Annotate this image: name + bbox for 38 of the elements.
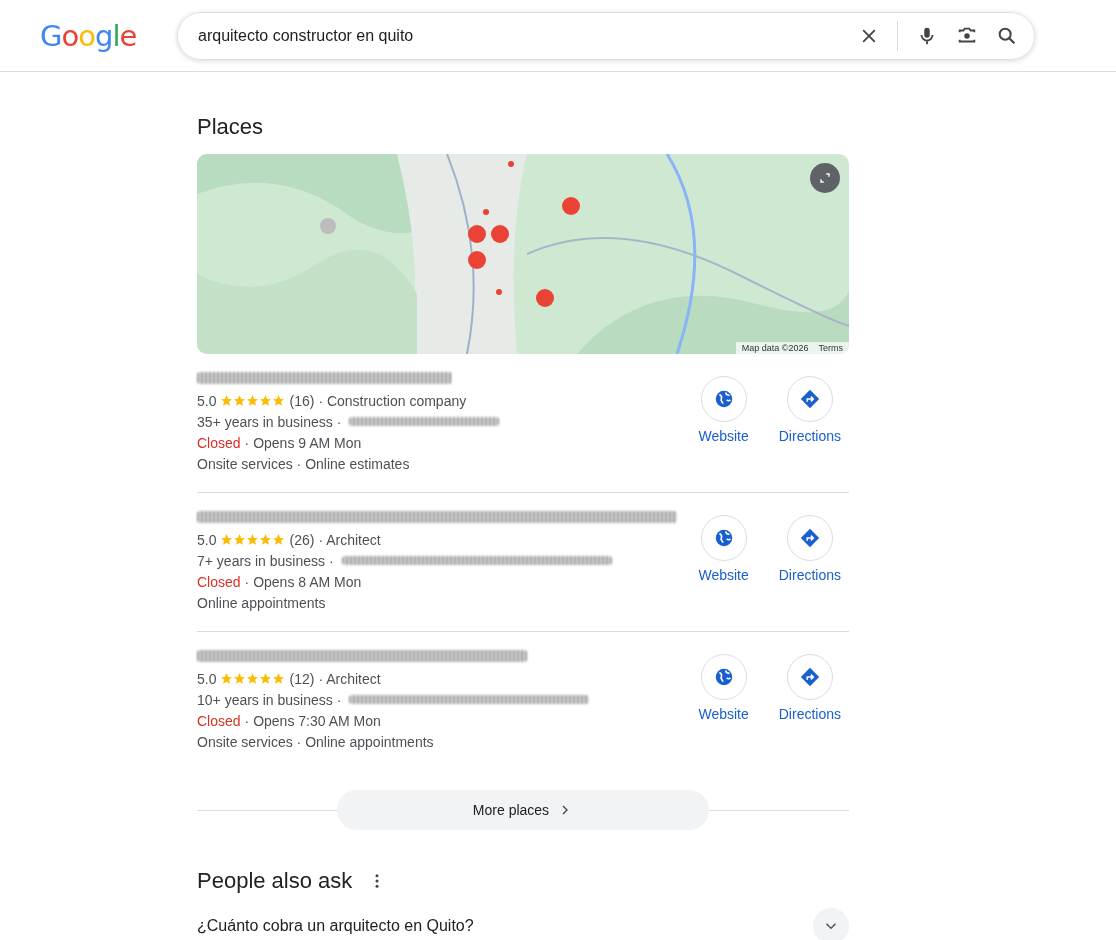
review-count: (16) [289, 392, 315, 409]
open-status: Closed [197, 573, 241, 590]
opening-hours: · Opens 8 AM Mon [244, 573, 362, 590]
review-count: (26) [289, 531, 315, 548]
category: · Architect [318, 670, 381, 687]
directions-link[interactable]: Directions [778, 376, 841, 480]
category: · Construction company [318, 392, 467, 409]
rating: 5.0 [197, 670, 217, 687]
expand-icon [817, 170, 833, 186]
more-places-button[interactable]: More places [337, 790, 709, 830]
section-title: Places [197, 114, 265, 140]
directions-icon [798, 388, 821, 410]
years-in-business: 7+ years in business · [197, 552, 334, 569]
question-text[interactable]: ¿Cuánto cobra un arquitecto en Quito? [197, 917, 474, 935]
years-in-business: 10+ years in business · [197, 691, 342, 708]
service-options: Onsite services · Online appointments [197, 731, 590, 752]
google-logo[interactable]: Google [40, 18, 177, 53]
directions-link[interactable]: Directions [778, 654, 841, 758]
directions-icon [798, 527, 821, 549]
category: · Architect [318, 531, 381, 548]
map-attribution: Map data ©2026 [741, 343, 809, 353]
open-status: Closed [197, 712, 241, 729]
directions-icon [798, 666, 821, 688]
rating: 5.0 [197, 531, 217, 548]
opening-hours: · Opens 7:30 AM Mon [244, 712, 381, 729]
open-status: Closed [197, 434, 241, 451]
opening-hours: · Opens 9 AM Mon [244, 434, 362, 451]
rating: 5.0 [197, 392, 217, 409]
terms-link[interactable]: Terms [818, 343, 843, 353]
review-count: (12) [289, 670, 315, 687]
service-options: Online appointments [197, 592, 677, 613]
section-title: People also ask [197, 868, 353, 894]
service-options: Onsite services · Online estimates [197, 453, 500, 474]
years-in-business: 35+ years in business · [197, 413, 342, 430]
website-link[interactable]: Website [698, 376, 749, 480]
website-link[interactable]: Website [698, 515, 749, 619]
directions-link[interactable]: Directions [778, 515, 841, 619]
website-link[interactable]: Website [698, 654, 749, 758]
